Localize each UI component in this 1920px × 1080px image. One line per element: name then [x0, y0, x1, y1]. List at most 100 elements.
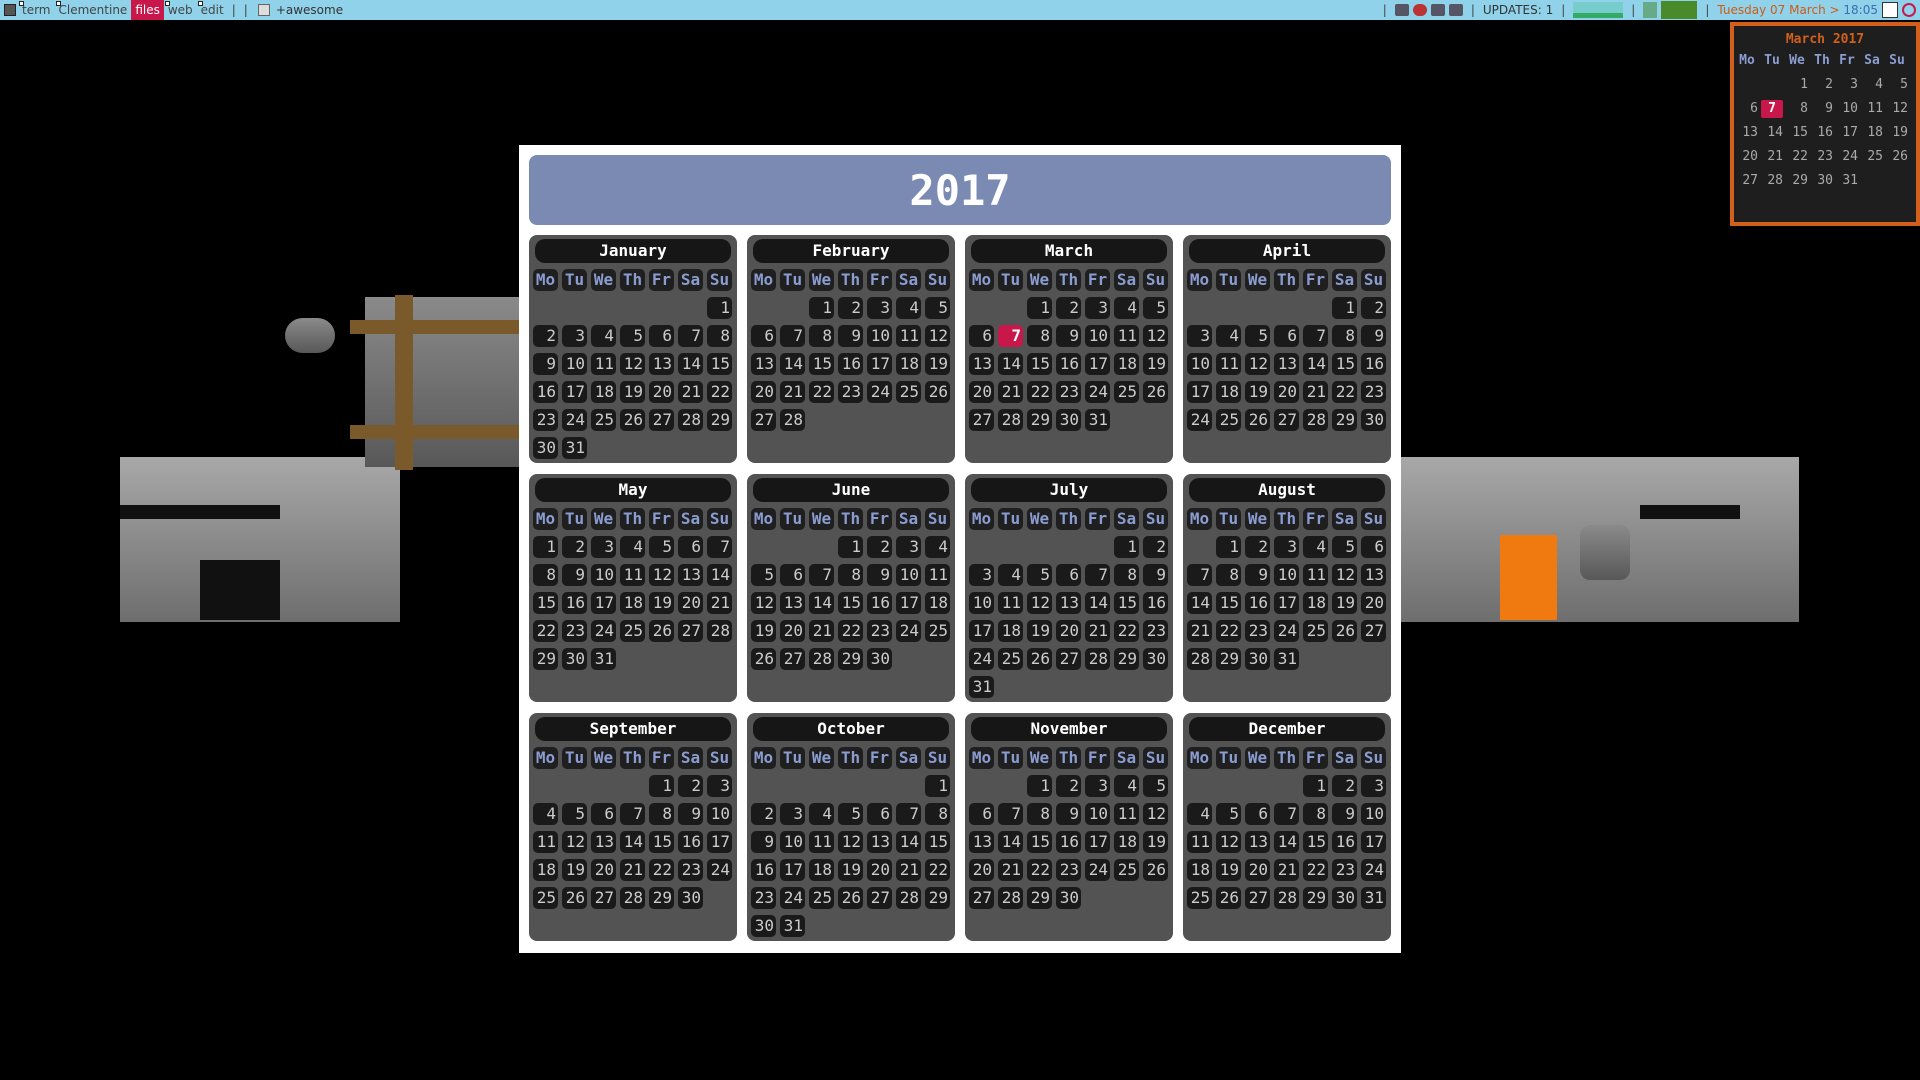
day-cell[interactable]: 13: [969, 353, 994, 375]
day-cell[interactable]: 7: [678, 325, 703, 347]
day-cell[interactable]: 28: [1274, 887, 1299, 909]
day-cell[interactable]: 24: [1085, 859, 1110, 881]
day-cell[interactable]: 23: [678, 859, 703, 881]
day-cell[interactable]: 1: [707, 297, 732, 319]
day-cell[interactable]: 20: [678, 592, 703, 614]
day-cell[interactable]: 3: [1085, 775, 1110, 797]
popup-day[interactable]: 15: [1786, 124, 1808, 142]
day-cell[interactable]: 9: [1143, 564, 1168, 586]
day-cell[interactable]: 8: [1027, 325, 1052, 347]
day-cell[interactable]: 11: [620, 564, 645, 586]
day-cell[interactable]: 30: [1361, 409, 1386, 431]
day-cell[interactable]: 4: [896, 297, 921, 319]
day-cell[interactable]: 12: [751, 592, 776, 614]
day-cell[interactable]: 24: [780, 887, 805, 909]
day-cell[interactable]: 10: [707, 803, 732, 825]
layout-icon[interactable]: [1882, 2, 1898, 18]
day-cell-today[interactable]: 7: [998, 325, 1023, 347]
day-cell[interactable]: 1: [925, 775, 950, 797]
day-cell[interactable]: 17: [1187, 381, 1212, 403]
day-cell[interactable]: 25: [620, 620, 645, 642]
day-cell[interactable]: 19: [562, 859, 587, 881]
day-cell[interactable]: 18: [1303, 592, 1328, 614]
day-cell[interactable]: 30: [751, 915, 776, 937]
day-cell[interactable]: 10: [1274, 564, 1299, 586]
day-cell[interactable]: 19: [649, 592, 674, 614]
day-cell[interactable]: 18: [896, 353, 921, 375]
day-cell[interactable]: 9: [1056, 803, 1081, 825]
chat-icon[interactable]: [1412, 4, 1427, 16]
day-cell[interactable]: 14: [707, 564, 732, 586]
day-cell[interactable]: 12: [1216, 831, 1241, 853]
day-cell[interactable]: 2: [1056, 775, 1081, 797]
day-cell[interactable]: 22: [649, 859, 674, 881]
day-cell[interactable]: 2: [533, 325, 558, 347]
day-cell[interactable]: 6: [678, 536, 703, 558]
popup-day[interactable]: 27: [1736, 172, 1758, 190]
day-cell[interactable]: 23: [1332, 859, 1357, 881]
day-cell[interactable]: 4: [1114, 775, 1139, 797]
day-cell[interactable]: 10: [969, 592, 994, 614]
day-cell[interactable]: 22: [1027, 381, 1052, 403]
day-cell[interactable]: 27: [751, 409, 776, 431]
day-cell[interactable]: 28: [1085, 648, 1110, 670]
day-cell[interactable]: 12: [1332, 564, 1357, 586]
day-cell[interactable]: 1: [1027, 775, 1052, 797]
popup-day[interactable]: 24: [1836, 148, 1858, 166]
popup-day[interactable]: 21: [1761, 148, 1783, 166]
day-cell[interactable]: 1: [533, 536, 558, 558]
popup-day[interactable]: 30: [1811, 172, 1833, 190]
day-cell[interactable]: 9: [751, 831, 776, 853]
day-cell[interactable]: 25: [809, 887, 834, 909]
day-cell[interactable]: 14: [1085, 592, 1110, 614]
popup-day[interactable]: 3: [1836, 76, 1858, 94]
day-cell[interactable]: 7: [1085, 564, 1110, 586]
day-cell[interactable]: 16: [1332, 831, 1357, 853]
day-cell[interactable]: 15: [649, 831, 674, 853]
day-cell[interactable]: 1: [809, 297, 834, 319]
day-cell[interactable]: 17: [1361, 831, 1386, 853]
popup-day[interactable]: 8: [1786, 100, 1808, 118]
day-cell[interactable]: 14: [998, 353, 1023, 375]
popup-day[interactable]: 26: [1886, 148, 1908, 166]
day-cell[interactable]: 24: [562, 409, 587, 431]
day-cell[interactable]: 29: [1114, 648, 1139, 670]
day-cell[interactable]: 2: [1361, 297, 1386, 319]
day-cell[interactable]: 30: [1332, 887, 1357, 909]
day-cell[interactable]: 3: [780, 803, 805, 825]
day-cell[interactable]: 13: [649, 353, 674, 375]
day-cell[interactable]: 27: [649, 409, 674, 431]
day-cell[interactable]: 1: [1216, 536, 1241, 558]
day-cell[interactable]: 4: [1216, 325, 1241, 347]
day-cell[interactable]: 10: [1187, 353, 1212, 375]
day-cell[interactable]: 28: [780, 409, 805, 431]
day-cell[interactable]: 6: [1274, 325, 1299, 347]
day-cell[interactable]: 9: [838, 325, 863, 347]
day-cell[interactable]: 19: [1027, 620, 1052, 642]
day-cell[interactable]: 15: [1114, 592, 1139, 614]
tag-web[interactable]: web: [164, 0, 197, 20]
day-cell[interactable]: 6: [1056, 564, 1081, 586]
day-cell[interactable]: 8: [1027, 803, 1052, 825]
day-cell[interactable]: 27: [1361, 620, 1386, 642]
day-cell[interactable]: 2: [1245, 536, 1270, 558]
day-cell[interactable]: 30: [1245, 648, 1270, 670]
day-cell[interactable]: 4: [620, 536, 645, 558]
day-cell[interactable]: 26: [925, 381, 950, 403]
day-cell[interactable]: 2: [838, 297, 863, 319]
day-cell[interactable]: 11: [1114, 325, 1139, 347]
day-cell[interactable]: 6: [751, 325, 776, 347]
updates-label[interactable]: UPDATES: 1: [1483, 3, 1553, 17]
day-cell[interactable]: 20: [1056, 620, 1081, 642]
day-cell[interactable]: 15: [838, 592, 863, 614]
day-cell[interactable]: 24: [1361, 859, 1386, 881]
day-cell[interactable]: 30: [678, 887, 703, 909]
day-cell[interactable]: 12: [1245, 353, 1270, 375]
day-cell[interactable]: 5: [1143, 297, 1168, 319]
day-cell[interactable]: 7: [620, 803, 645, 825]
day-cell[interactable]: 29: [1216, 648, 1241, 670]
day-cell[interactable]: 29: [707, 409, 732, 431]
day-cell[interactable]: 8: [809, 325, 834, 347]
day-cell[interactable]: 14: [896, 831, 921, 853]
day-cell[interactable]: 25: [925, 620, 950, 642]
